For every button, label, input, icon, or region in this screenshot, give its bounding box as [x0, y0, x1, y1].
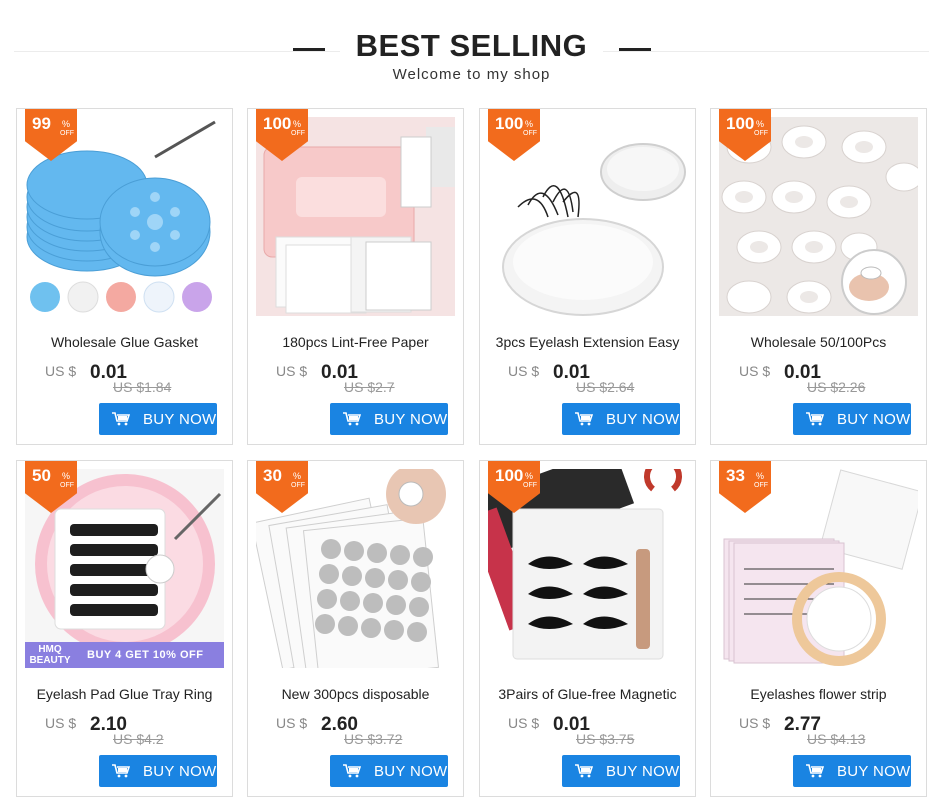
currency-label: US $: [508, 715, 540, 731]
discount-percent: 100: [263, 114, 292, 133]
buy-now-label: BUY NOW: [606, 763, 680, 780]
percent-symbol: %: [62, 471, 71, 481]
percent-symbol: %: [525, 119, 534, 129]
product-card[interactable]: 33 % OFF Eyelashes flower strip US $ 2.7…: [710, 460, 927, 797]
buy-now-label: BUY NOW: [143, 411, 217, 428]
buy-now-button[interactable]: BUY NOW: [562, 755, 680, 787]
product-title[interactable]: 180pcs Lint-Free Paper: [256, 333, 455, 360]
product-card[interactable]: 30 % OFF New 300pcs disposable US $ 2.60…: [247, 460, 464, 797]
discount-percent: 100: [495, 114, 524, 133]
buy-now-button[interactable]: BUY NOW: [330, 755, 448, 787]
buy-now-button[interactable]: BUY NOW: [793, 755, 911, 787]
original-price: US $2.26: [807, 379, 866, 395]
product-title[interactable]: 3Pairs of Glue-free Magnetic: [488, 685, 687, 712]
off-label: OFF: [291, 482, 305, 489]
discount-percent: 30: [263, 466, 282, 485]
section-title: BEST SELLING: [340, 27, 603, 65]
buy-now-button[interactable]: BUY NOW: [99, 755, 217, 787]
off-label: OFF: [291, 130, 305, 137]
currency-label: US $: [739, 363, 771, 379]
promo-brand-tag: HMQ BEAUTY: [29, 644, 71, 666]
product-card[interactable]: 100 % OFF 180pcs Lint-Free Paper US $ 0.…: [247, 108, 464, 445]
product-title[interactable]: Eyelash Pad Glue Tray Ring: [25, 685, 224, 712]
percent-symbol: %: [62, 119, 71, 129]
currency-label: US $: [508, 363, 540, 379]
product-card[interactable]: HMQ BEAUTY BUY 4 GET 10% OFF 50 % OFF Eye…: [16, 460, 233, 797]
discount-percent: 50: [32, 466, 51, 485]
original-price: US $4.13: [807, 731, 866, 747]
section-header: BEST SELLING Welcome to my shop: [0, 0, 943, 100]
buy-now-label: BUY NOW: [837, 411, 911, 428]
promo-strip: HMQ BEAUTY BUY 4 GET 10% OFF: [25, 642, 224, 668]
off-label: OFF: [60, 482, 74, 489]
header-dash-right: [619, 48, 651, 51]
product-card[interactable]: 99 % OFF Wholesale Glue Gasket US $ 0.01…: [16, 108, 233, 445]
cart-icon: [343, 412, 362, 430]
off-label: OFF: [754, 130, 768, 137]
buy-now-label: BUY NOW: [606, 411, 680, 428]
discount-percent: 100: [726, 114, 755, 133]
original-price: US $3.75: [576, 731, 635, 747]
buy-now-label: BUY NOW: [143, 763, 217, 780]
product-title[interactable]: Eyelashes flower strip: [719, 685, 918, 712]
currency-label: US $: [45, 363, 77, 379]
buy-now-button[interactable]: BUY NOW: [330, 403, 448, 435]
product-title[interactable]: Wholesale Glue Gasket: [25, 333, 224, 360]
cart-icon: [575, 412, 594, 430]
off-label: OFF: [754, 482, 768, 489]
section-subtitle: Welcome to my shop: [392, 66, 551, 83]
buy-now-label: BUY NOW: [374, 763, 448, 780]
product-title[interactable]: New 300pcs disposable: [256, 685, 455, 712]
currency-label: US $: [276, 715, 308, 731]
product-card[interactable]: 100 % OFF 3pcs Eyelash Extension Easy US…: [479, 108, 696, 445]
discount-percent: 33: [726, 466, 745, 485]
original-price: US $1.84: [113, 379, 172, 395]
off-label: OFF: [60, 130, 74, 137]
product-title[interactable]: Wholesale 50/100Pcs: [719, 333, 918, 360]
cart-icon: [343, 764, 362, 782]
percent-symbol: %: [525, 471, 534, 481]
percent-symbol: %: [293, 119, 302, 129]
product-card[interactable]: 100 % OFF Wholesale 50/100Pcs US $ 0.01 …: [710, 108, 927, 445]
buy-now-button[interactable]: BUY NOW: [793, 403, 911, 435]
off-label: OFF: [523, 482, 537, 489]
promo-strip-text: BUY 4 GET 10% OFF: [87, 649, 204, 661]
original-price: US $3.72: [344, 731, 403, 747]
product-card[interactable]: 100 % OFF 3Pairs of Glue-free Magnetic U…: [479, 460, 696, 797]
buy-now-button[interactable]: BUY NOW: [562, 403, 680, 435]
cart-icon: [112, 764, 131, 782]
percent-symbol: %: [756, 471, 765, 481]
percent-symbol: %: [756, 119, 765, 129]
header-dash-left: [293, 48, 325, 51]
buy-now-label: BUY NOW: [837, 763, 911, 780]
currency-label: US $: [276, 363, 308, 379]
percent-symbol: %: [293, 471, 302, 481]
cart-icon: [806, 764, 825, 782]
product-title[interactable]: 3pcs Eyelash Extension Easy: [488, 333, 687, 360]
cart-icon: [575, 764, 594, 782]
discount-percent: 99: [32, 114, 51, 133]
currency-label: US $: [45, 715, 77, 731]
buy-now-label: BUY NOW: [374, 411, 448, 428]
original-price: US $2.64: [576, 379, 635, 395]
original-price: US $4.2: [113, 731, 164, 747]
discount-percent: 100: [495, 466, 524, 485]
off-label: OFF: [523, 130, 537, 137]
cart-icon: [112, 412, 131, 430]
original-price: US $2.7: [344, 379, 395, 395]
cart-icon: [806, 412, 825, 430]
currency-label: US $: [739, 715, 771, 731]
buy-now-button[interactable]: BUY NOW: [99, 403, 217, 435]
